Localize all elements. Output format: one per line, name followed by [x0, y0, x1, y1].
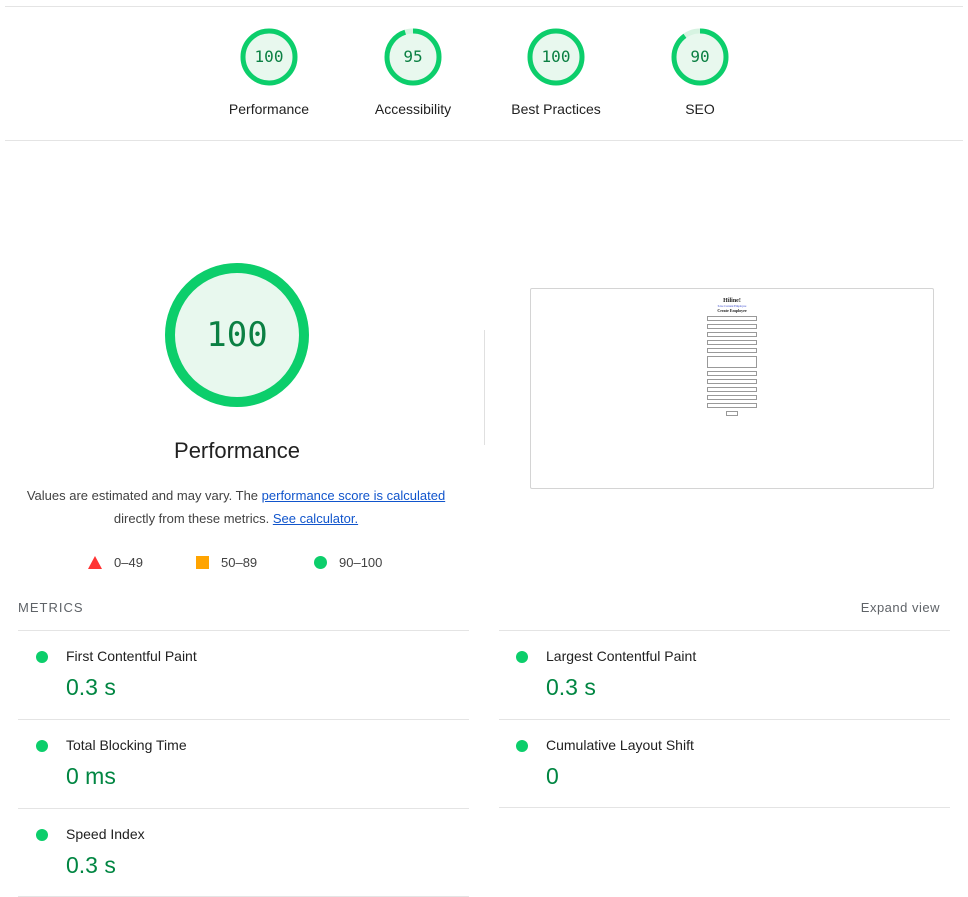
gauge-best-practices[interactable]: 100 [526, 27, 586, 87]
thumbnail-field [707, 403, 757, 408]
pass-circle-icon [36, 740, 48, 752]
description-text: directly from these metrics. [113, 511, 273, 526]
gauge-score: 100 [254, 47, 284, 66]
thumbnail-field [707, 332, 757, 337]
see-calculator-link[interactable]: See calculator. [273, 511, 358, 526]
thumbnail-field [707, 395, 757, 400]
legend-range: 0–49 [114, 555, 143, 570]
performance-score: 100 [206, 315, 268, 355]
metric-name: Total Blocking Time [66, 737, 187, 753]
circle-icon [314, 556, 327, 569]
metric-value: 0.3 s [66, 674, 116, 700]
legend-pass: 90–100 [314, 555, 382, 570]
thumbnail-subheading: Create Employee [717, 308, 747, 313]
score-calculated-link[interactable]: performance score is calculated [262, 488, 446, 503]
metrics-divider [18, 719, 469, 720]
metric-name: Speed Index [66, 826, 145, 842]
performance-gauge: 100 [162, 260, 312, 410]
metrics-divider [18, 630, 469, 631]
metrics-heading: METRICS [18, 600, 84, 615]
metric-value: 0 [546, 763, 559, 789]
thumbnail-field [707, 371, 757, 376]
gauge-seo[interactable]: 90 [670, 27, 730, 87]
thumbnail-field [707, 379, 757, 384]
legend-average: 50–89 [196, 555, 257, 570]
metric-value: 0 ms [66, 763, 116, 789]
metric-name: Cumulative Layout Shift [546, 737, 694, 753]
metrics-divider [499, 630, 950, 631]
gauges-divider [5, 140, 963, 141]
thumbnail-field [707, 324, 757, 329]
description-text: Values are estimated and may vary. The [26, 488, 262, 503]
thumbnail-field [707, 316, 757, 321]
top-divider [5, 6, 963, 7]
gauge-score: 100 [541, 47, 571, 66]
pass-circle-icon [516, 740, 528, 752]
gauge-accessibility[interactable]: 95 [383, 27, 443, 87]
thumbnail-field [707, 340, 757, 345]
legend-range: 50–89 [221, 555, 258, 570]
legend-fail: 0–49 [88, 555, 143, 570]
vertical-divider [484, 330, 485, 445]
pass-circle-icon [36, 651, 48, 663]
metric-value: 0.3 s [546, 674, 596, 700]
thumbnail-field [707, 387, 757, 392]
thumbnail-page: Hiline! Save Current Employee Create Emp… [705, 298, 759, 474]
legend-range: 90–100 [339, 555, 383, 570]
gauge-score: 90 [690, 47, 710, 66]
gauge-score: 95 [403, 47, 423, 66]
performance-description: Values are estimated and may vary. The p… [20, 484, 452, 530]
thumbnail-field [707, 348, 757, 353]
pass-circle-icon [36, 829, 48, 841]
metrics-divider [499, 807, 950, 808]
gauge-label: Accessibility [374, 101, 452, 117]
thumbnail-button [726, 411, 738, 416]
square-icon [196, 556, 209, 569]
gauge-label: Best Practices [511, 101, 601, 117]
metric-name: First Contentful Paint [66, 648, 197, 664]
triangle-icon [88, 556, 102, 569]
pass-circle-icon [516, 651, 528, 663]
performance-title: Performance [174, 438, 300, 463]
thumbnail-field [707, 356, 757, 368]
metrics-divider [18, 808, 469, 809]
gauge-label: SEO [685, 101, 715, 117]
gauge-performance[interactable]: 100 [239, 27, 299, 87]
metric-value: 0.3 s [66, 852, 116, 878]
expand-view-toggle[interactable]: Expand view [861, 600, 940, 615]
metric-name: Largest Contentful Paint [546, 648, 697, 664]
metrics-divider [499, 719, 950, 720]
gauge-label: Performance [228, 101, 310, 117]
final-screenshot-thumbnail[interactable]: Hiline! Save Current Employee Create Emp… [530, 288, 934, 489]
